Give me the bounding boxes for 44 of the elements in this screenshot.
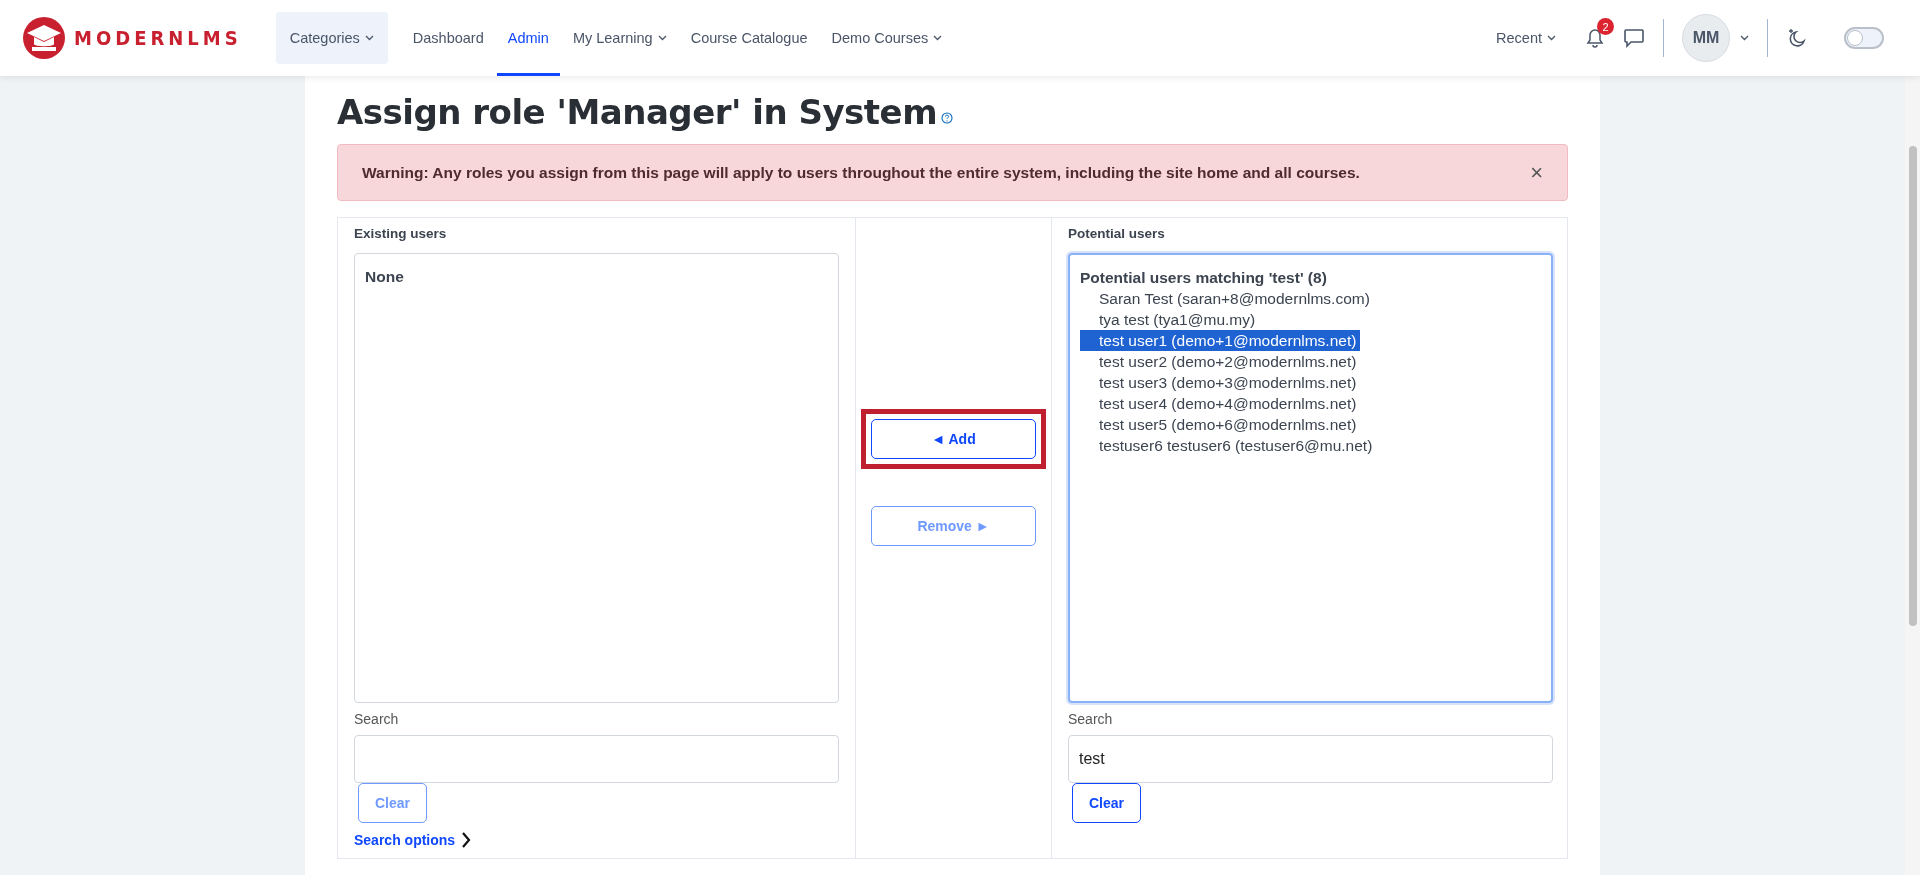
brand-name: MODERNLMS [74, 26, 242, 50]
user-option[interactable]: test user4 (demo+4@modernlms.net) [1080, 393, 1361, 414]
user-option[interactable]: test user1 (demo+1@modernlms.net) [1080, 330, 1361, 351]
help-icon[interactable] [941, 112, 954, 124]
chat-bubble-icon[interactable] [1623, 28, 1645, 48]
nav-link[interactable]: Dashboard [401, 0, 495, 76]
page-heading: Assign role 'Manager' in System [337, 92, 938, 132]
search-options-link[interactable]: Search options [354, 832, 456, 848]
user-option[interactable]: Saran Test (saran+8@modernlms.com) [1080, 288, 1374, 309]
user-option[interactable]: tya test (tya1@mu.my) [1080, 309, 1260, 330]
chevron-right-icon[interactable] [461, 831, 472, 849]
list-placeholder: None [365, 268, 405, 286]
user-avatar[interactable]: MM [1682, 14, 1730, 62]
list-group-label: Potential users matching 'test' (8) [1080, 269, 1328, 287]
user-option[interactable]: test user2 (demo+2@modernlms.net) [1080, 351, 1361, 372]
nav-link[interactable]: Categories [275, 12, 388, 64]
search-label: Search [354, 711, 399, 727]
user-list[interactable] [1068, 253, 1553, 703]
close-button[interactable]: × [1530, 159, 1543, 186]
moon-stars-icon [1786, 27, 1808, 49]
notification-count: 2 [1597, 18, 1614, 35]
user-option[interactable]: test user5 (demo+6@modernlms.net) [1080, 414, 1361, 435]
clear-button[interactable]: Clear [1072, 783, 1142, 823]
graduation-cap-logo-icon [22, 16, 66, 60]
search-field[interactable] [354, 735, 839, 783]
recent-menu[interactable]: Recent [1485, 27, 1567, 49]
nav-link[interactable]: Demo Courses [820, 0, 954, 76]
user-option[interactable]: testuser6 testuser6 (testuser6@mu.net) [1080, 435, 1377, 456]
column-label: Existing users [354, 226, 447, 241]
dark-mode-toggle[interactable] [1844, 27, 1884, 49]
nav-link[interactable]: My Learning [561, 0, 678, 76]
chevron-down-icon [1740, 35, 1749, 41]
chevron-down-icon [1547, 35, 1556, 41]
scrollbar[interactable] [1905, 76, 1920, 875]
user-option[interactable]: test user3 (demo+3@modernlms.net) [1080, 372, 1361, 393]
scrollbar-thumb[interactable] [1909, 146, 1917, 626]
nav-link[interactable]: Course Catalogue [679, 0, 819, 76]
column-label: Potential users [1068, 226, 1165, 241]
action-button[interactable]: ◄ Add [871, 419, 1036, 459]
search-field[interactable]: test [1068, 735, 1553, 783]
warning-text: Warning: Any roles you assign from this page will apply to users throughout the entire system, including the site home and all courses. [362, 163, 1360, 182]
search-label: Search [1068, 711, 1113, 727]
bell-icon[interactable] [1585, 27, 1605, 49]
user-list[interactable]: None [354, 253, 839, 703]
